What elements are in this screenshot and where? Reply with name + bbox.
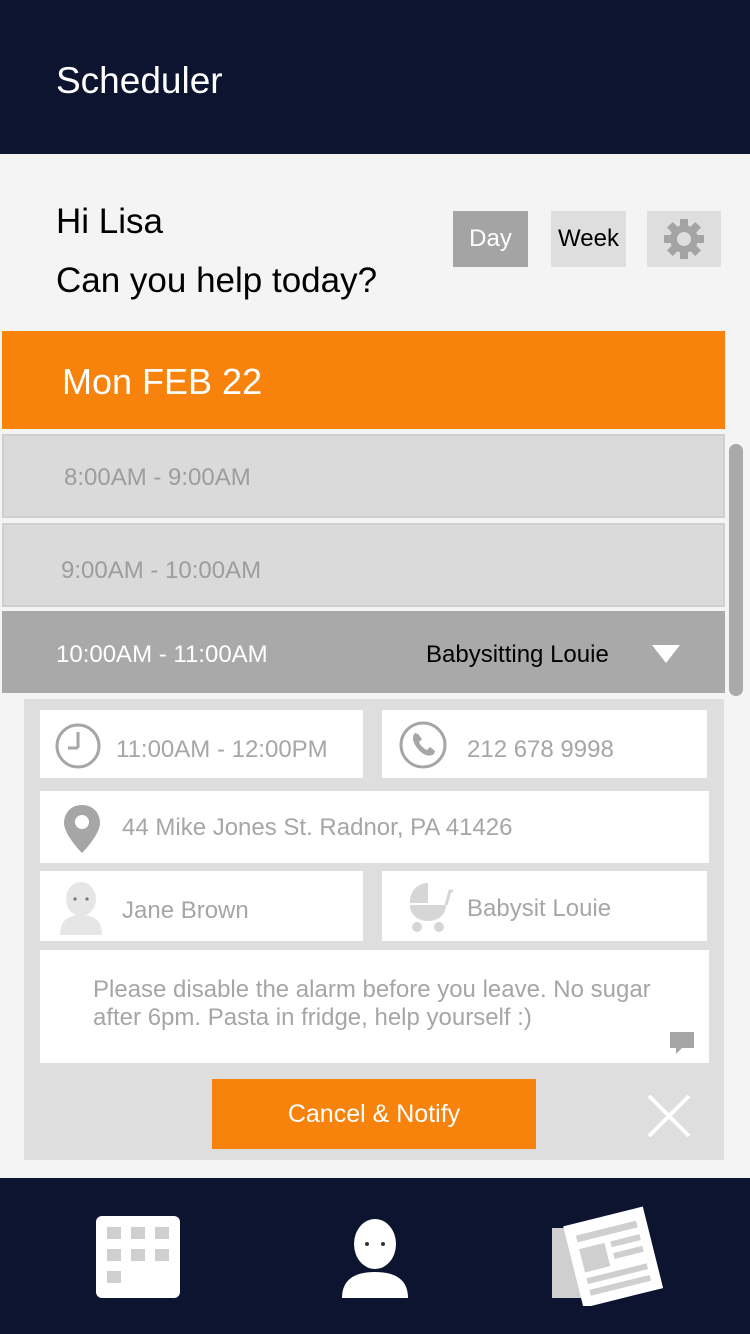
phone-field[interactable]: 212 678 9998	[382, 710, 707, 778]
slot-event-title: Babysitting Louie	[426, 641, 609, 668]
appointment-details: 11:00AM - 12:00PM 212 678 9998 44 Mike J…	[24, 699, 724, 1160]
date-label: Mon FEB 22	[62, 361, 263, 402]
contact-field[interactable]: Jane Brown	[40, 871, 363, 941]
note-field[interactable]: Please disable the alarm before you leav…	[40, 950, 709, 1063]
phone-icon	[399, 721, 447, 769]
profile-icon[interactable]	[340, 1216, 410, 1300]
note-text: Please disable the alarm before you leav…	[93, 976, 651, 1031]
address-value: 44 Mike Jones St. Radnor, PA 41426	[122, 814, 513, 841]
app-title: Scheduler	[56, 60, 223, 101]
person-icon	[60, 882, 102, 935]
task-field[interactable]: Babysit Louie	[382, 871, 707, 941]
calendar-grid-icon[interactable]	[96, 1216, 180, 1298]
top-app-bar: Scheduler	[0, 0, 750, 154]
newspaper-icon[interactable]	[548, 1206, 663, 1306]
map-pin-icon	[64, 805, 100, 853]
slot-time: 10:00AM - 11:00AM	[56, 641, 268, 668]
settings-button[interactable]	[647, 211, 721, 267]
close-icon[interactable]	[646, 1093, 692, 1139]
day-view-button[interactable]: Day	[453, 211, 528, 267]
greeting-question: Can you help today?	[56, 261, 378, 300]
bottom-nav-bar	[0, 1178, 750, 1334]
time-slot-expanded[interactable]: 10:00AM - 11:00AM Babysitting Louie	[2, 611, 725, 693]
time-field[interactable]: 11:00AM - 12:00PM	[40, 710, 363, 778]
time-slot[interactable]: 8:00AM - 9:00AM	[2, 434, 725, 518]
greeting: Hi Lisa Can you help today?	[56, 192, 377, 310]
time-value: 11:00AM - 12:00PM	[116, 736, 328, 763]
slot-time: 9:00AM - 10:00AM	[61, 557, 262, 584]
stroller-icon	[409, 882, 453, 932]
slot-time: 8:00AM - 9:00AM	[64, 464, 251, 491]
greeting-name: Hi Lisa	[56, 202, 163, 241]
week-view-button[interactable]: Week	[551, 211, 626, 267]
cancel-notify-button[interactable]: Cancel & Notify	[212, 1079, 536, 1149]
clock-icon	[55, 723, 101, 769]
phone-value: 212 678 9998	[467, 736, 614, 763]
comment-icon	[670, 1032, 694, 1054]
time-slot[interactable]: 9:00AM - 10:00AM	[2, 523, 725, 607]
contact-name: Jane Brown	[122, 897, 249, 924]
date-header: Mon FEB 22	[2, 331, 725, 429]
scrollbar[interactable]	[729, 444, 743, 696]
task-value: Babysit Louie	[467, 895, 612, 922]
address-field[interactable]: 44 Mike Jones St. Radnor, PA 41426	[40, 791, 709, 863]
caret-down-icon[interactable]	[652, 645, 680, 663]
gear-icon	[664, 219, 704, 259]
